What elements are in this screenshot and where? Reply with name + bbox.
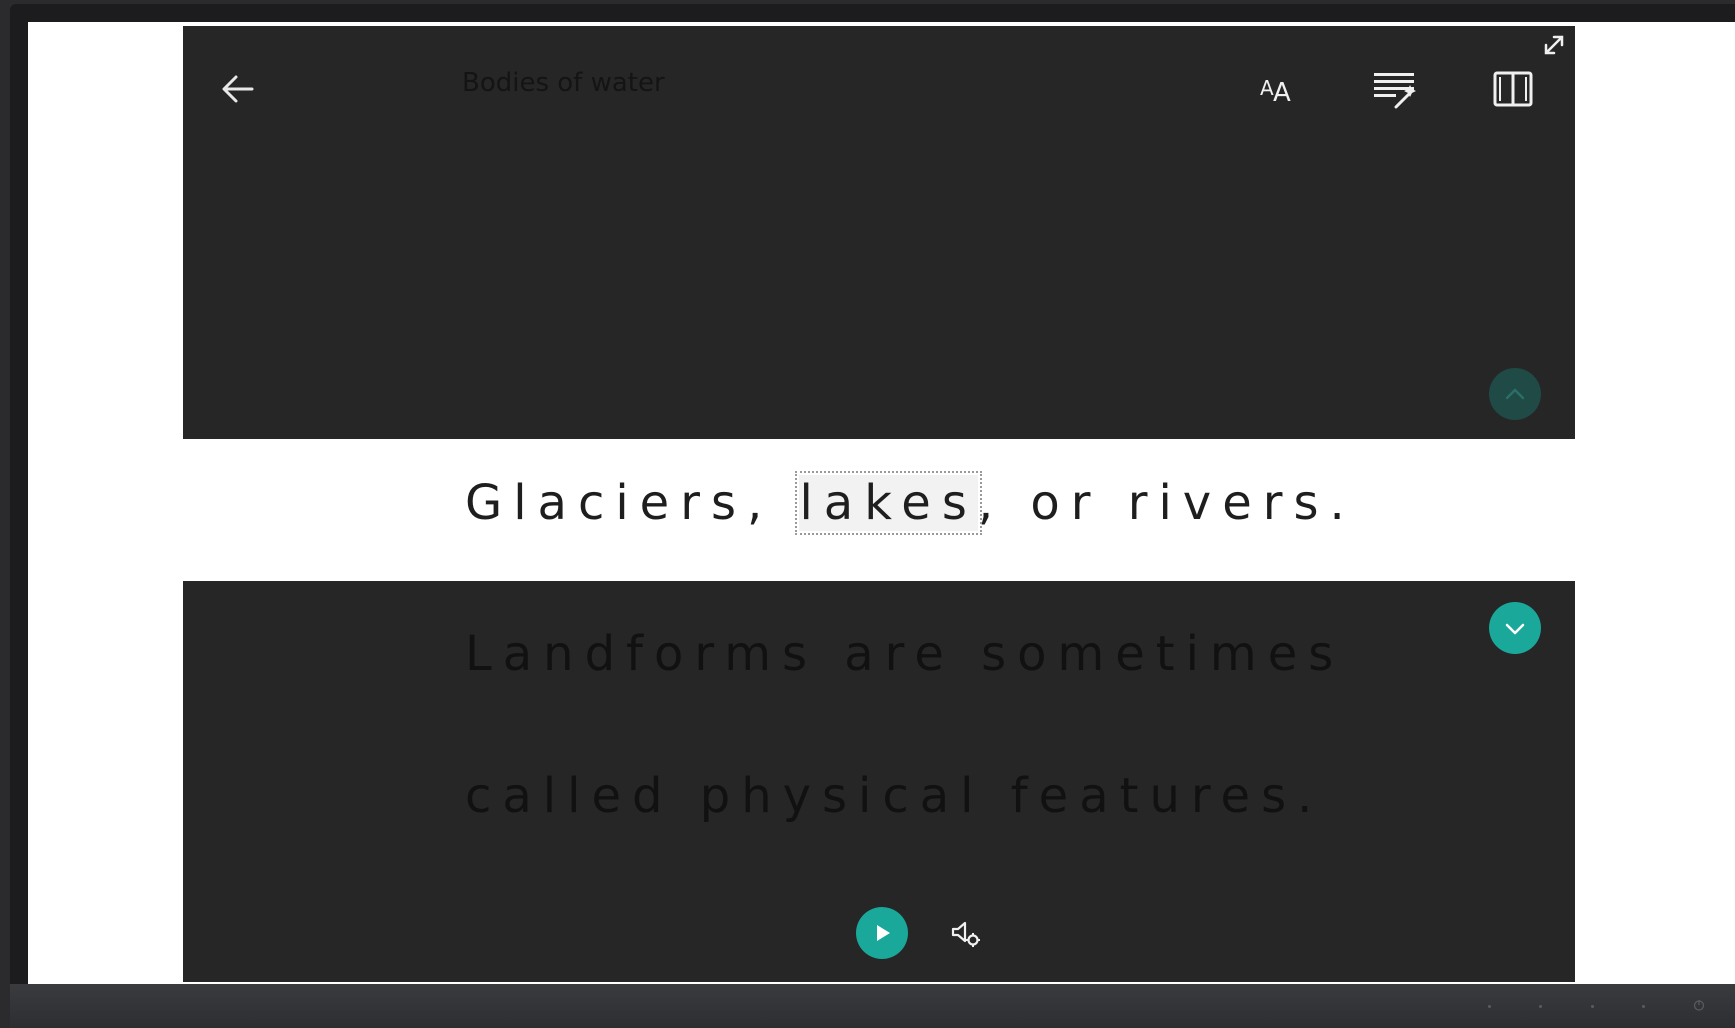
chevron-down-icon	[1505, 623, 1525, 635]
bezel-button	[1539, 1005, 1542, 1008]
next-line-button[interactable]	[1489, 602, 1541, 654]
reader-toolbar: Bodies of water A A	[183, 26, 1575, 146]
svg-text:A: A	[1273, 78, 1291, 108]
document-title: Bodies of water	[462, 68, 665, 98]
play-button[interactable]	[856, 907, 908, 959]
text-size-icon: A A	[1260, 76, 1291, 108]
monitor-bezel	[10, 984, 1735, 1028]
bezel-button	[1488, 1005, 1491, 1008]
voice-settings-icon	[951, 921, 980, 947]
power-icon	[1693, 1000, 1705, 1011]
previous-line-button[interactable]	[1489, 368, 1541, 420]
text-preferences-button[interactable]: A A	[1247, 58, 1309, 120]
grammar-options-icon	[1374, 73, 1416, 109]
bezel-button	[1642, 1005, 1645, 1008]
expand-button[interactable]	[1539, 30, 1569, 60]
immersive-reader: Bodies of water A A Glaciers, lakes, or …	[183, 26, 1575, 982]
line-text-after: , or rivers.	[977, 475, 1356, 531]
svg-text:A: A	[1260, 76, 1274, 100]
current-line: Glaciers, lakes, or rivers.	[465, 471, 1356, 535]
book-icon	[1493, 71, 1533, 107]
play-icon	[877, 925, 890, 941]
next-line-1: Landforms are sometimes	[465, 626, 1345, 682]
grammar-options-button[interactable]	[1363, 58, 1425, 120]
arrow-left-icon	[222, 75, 254, 103]
voice-settings-button[interactable]	[943, 910, 989, 956]
chevron-up-icon	[1505, 388, 1525, 400]
expand-icon	[1544, 35, 1564, 55]
back-button[interactable]	[213, 64, 263, 114]
reading-preferences-button[interactable]	[1482, 58, 1544, 120]
highlighted-word[interactable]: lakes	[795, 471, 982, 535]
bezel-button	[1591, 1005, 1594, 1008]
next-line-2: called physical features.	[465, 768, 1324, 824]
line-focus-strip: Glaciers, lakes, or rivers.	[183, 439, 1575, 581]
line-text-before: Glaciers,	[465, 475, 800, 531]
